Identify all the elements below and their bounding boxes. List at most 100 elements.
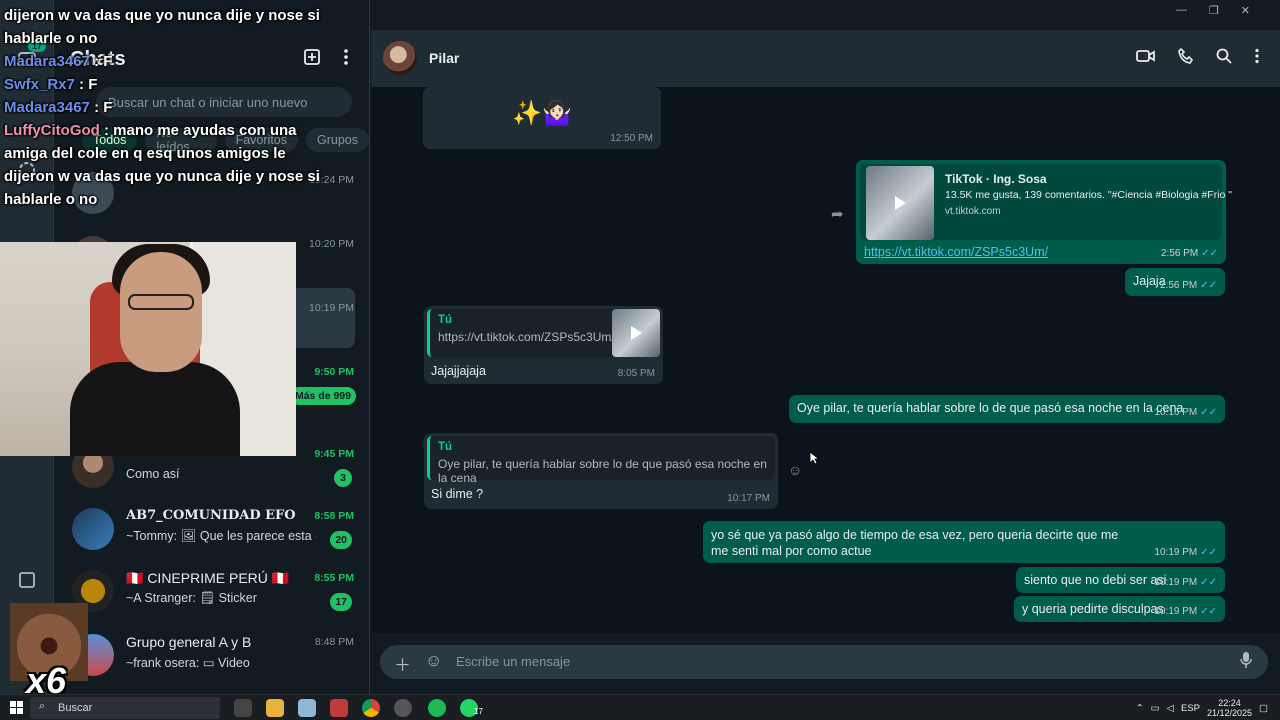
message-text: ✨🤷🏻‍♀️ bbox=[512, 100, 572, 127]
windows-start-icon[interactable] bbox=[10, 701, 23, 719]
unread-count: 3 bbox=[334, 469, 352, 487]
message-time: 10:16 PM ✓✓ bbox=[1154, 407, 1217, 418]
task-view-icon[interactable] bbox=[234, 699, 252, 717]
spotify-icon[interactable] bbox=[428, 699, 446, 717]
message-bubble[interactable]: y queria pedirte disculpas 10:19 PM ✓✓ bbox=[1014, 596, 1225, 622]
mouse-cursor-icon bbox=[809, 451, 821, 470]
voice-call-icon[interactable] bbox=[1178, 47, 1194, 69]
quoted-message[interactable]: Tú Oye pilar, te quería hablar sobre lo … bbox=[427, 436, 775, 485]
clock[interactable]: 22:24 21/12/2025 bbox=[1207, 698, 1252, 718]
chat-line: Madara3467 : F bbox=[4, 96, 334, 119]
message-bubble[interactable]: siento que no debi ser asi 10:19 PM ✓✓ bbox=[1016, 567, 1225, 593]
notepad-icon[interactable] bbox=[298, 699, 316, 717]
chat-time: 9:45 PM bbox=[314, 448, 354, 460]
settings-icon[interactable] bbox=[15, 568, 39, 592]
play-icon bbox=[630, 326, 642, 340]
clock-date: 21/12/2025 bbox=[1206, 708, 1253, 718]
contact-avatar[interactable] bbox=[383, 41, 417, 75]
chat-item[interactable]: Grupo general A y B ~frank osera: ▭ Vide… bbox=[54, 624, 370, 686]
app-icon[interactable] bbox=[330, 699, 348, 717]
video-call-icon[interactable] bbox=[1136, 48, 1156, 69]
chat-time: 10:20 PM bbox=[309, 238, 354, 250]
chat-name: AB7_COMUNIDAD EFOO... bbox=[126, 508, 296, 523]
conversation-header: Pilar bbox=[371, 30, 1280, 87]
menu-icon[interactable] bbox=[1254, 48, 1260, 69]
chat-line: Swfx_Rx7 : F bbox=[4, 73, 334, 96]
avatar bbox=[72, 508, 114, 550]
message-bubble[interactable]: Tú Oye pilar, te quería hablar sobre lo … bbox=[424, 433, 778, 509]
obs-icon[interactable] bbox=[394, 699, 412, 717]
conversation-actions bbox=[1136, 47, 1260, 69]
chat-preview: ~frank osera: ▭ Video bbox=[126, 656, 250, 670]
notifications-icon[interactable]: ▢ bbox=[1259, 703, 1268, 714]
quoted-message[interactable]: Tú https://vt.tiktok.com/ZSPs5c3Um/ bbox=[427, 309, 660, 357]
webcam-overlay bbox=[0, 242, 296, 456]
streamer-face bbox=[120, 252, 202, 372]
read-ticks-icon: ✓✓ bbox=[1200, 407, 1217, 418]
message-input[interactable]: Escribe un mensaje bbox=[456, 654, 570, 669]
chat-line: dijeron w va das que yo nunca dije y nos… bbox=[4, 4, 334, 50]
video-thumbnail bbox=[612, 309, 660, 357]
unread-count: 17 bbox=[330, 593, 352, 611]
chat-time: 10:19 PM bbox=[309, 302, 354, 314]
volume-icon[interactable]: ◁ bbox=[1167, 703, 1174, 714]
emoji-icon[interactable]: ☺ bbox=[425, 651, 442, 671]
tray-chevron-icon[interactable]: ⌃ bbox=[1136, 703, 1144, 714]
attach-plus-icon[interactable]: ＋ bbox=[394, 651, 411, 676]
message-bubble[interactable]: Oye pilar, te quería hablar sobre lo de … bbox=[789, 395, 1225, 423]
menu-icon[interactable] bbox=[343, 48, 349, 71]
message-text: siento que no debi ser asi bbox=[1024, 573, 1167, 587]
taskbar-search[interactable]: ⌕ Buscar bbox=[30, 697, 220, 719]
maximize-button[interactable]: ❐ bbox=[1209, 4, 1219, 17]
message-time: 2:56 PM ✓✓ bbox=[1159, 280, 1217, 291]
chat-preview: Como así bbox=[126, 467, 180, 481]
link-preview-message[interactable]: TikTok · Ing. Sosa 13.5K me gusta, 139 c… bbox=[856, 160, 1232, 264]
file-explorer-icon[interactable] bbox=[266, 699, 284, 717]
chat-item[interactable]: 🇵🇪 CINEPRIME PERÚ 🇵🇪 ~A Stranger: 🗒 Stic… bbox=[54, 560, 370, 622]
message-bubble[interactable]: ✨🤷🏻‍♀️ 12:50 PM bbox=[423, 87, 661, 149]
chat-time: 8:58 PM bbox=[314, 510, 354, 522]
link-description: 13.5K me gusta, 139 comentarios. "#Cienc… bbox=[945, 189, 1233, 201]
chat-user: Madara3467 bbox=[4, 53, 90, 70]
chat-item[interactable]: AB7_COMUNIDAD EFOO... ~Tommy: 🖼 Que les … bbox=[54, 498, 370, 560]
read-ticks-icon: ✓✓ bbox=[1200, 280, 1217, 291]
forward-icon[interactable]: ➦ bbox=[831, 205, 844, 223]
microphone-icon[interactable] bbox=[1240, 651, 1252, 674]
video-thumbnail[interactable] bbox=[866, 166, 934, 240]
chat-name: Grupo general A y B bbox=[126, 634, 252, 650]
chrome-icon[interactable] bbox=[362, 699, 380, 717]
read-ticks-icon: ✓✓ bbox=[1201, 248, 1218, 259]
message-time: 10:19 PM ✓✓ bbox=[1154, 547, 1217, 558]
message-time: 10:19 PM ✓✓ bbox=[1154, 606, 1217, 617]
taskbar-search-label: Buscar bbox=[58, 702, 93, 714]
message-bubble[interactable]: yo sé que ya pasó algo de tiempo de esa … bbox=[703, 521, 1225, 563]
search-icon[interactable] bbox=[1216, 48, 1232, 69]
chat-time: 9:50 PM bbox=[314, 366, 354, 378]
message-list[interactable]: ✨🤷🏻‍♀️ 12:50 PM ➦ TikTok · Ing. Sosa 13.… bbox=[371, 87, 1280, 633]
taskbar: ⌕ Buscar 17 ⌃ ▭ ◁ ESP 22:24 21/12/2025 ▢ bbox=[0, 694, 1280, 720]
message-text: Oye pilar, te quería hablar sobre lo de … bbox=[797, 401, 1184, 415]
message-time: 10:19 PM ✓✓ bbox=[1154, 577, 1217, 588]
quote-author: Tú bbox=[438, 441, 453, 453]
streamer-body bbox=[70, 362, 240, 456]
minimize-button[interactable]: — bbox=[1176, 4, 1187, 17]
chat-preview: ~Tommy: 🖼 Que les parece esta c... bbox=[126, 529, 316, 543]
language-indicator[interactable]: ESP bbox=[1181, 703, 1200, 714]
message-text: y queria pedirte disculpas bbox=[1022, 602, 1164, 616]
unread-count: 20 bbox=[330, 531, 352, 549]
read-ticks-icon: ✓✓ bbox=[1200, 606, 1217, 617]
message-time: 12:50 PM bbox=[610, 133, 653, 144]
system-tray: ⌃ ▭ ◁ ESP 22:24 21/12/2025 ▢ bbox=[1136, 698, 1268, 718]
chat-preview: ~A Stranger: 🗒 Sticker bbox=[126, 591, 257, 605]
chat-line: Madara3467 : F bbox=[4, 50, 334, 73]
close-button[interactable]: ✕ bbox=[1241, 4, 1250, 17]
message-bubble[interactable]: Jajaja 2:56 PM ✓✓ bbox=[1125, 268, 1225, 296]
message-text: yo sé que ya pasó algo de tiempo de esa … bbox=[711, 528, 1119, 558]
message-time: 2:56 PM ✓✓ bbox=[1160, 248, 1218, 259]
message-bubble[interactable]: Tú https://vt.tiktok.com/ZSPs5c3Um/ Jaja… bbox=[424, 306, 663, 384]
react-emoji-icon[interactable]: ☺ bbox=[788, 462, 802, 478]
contact-name[interactable]: Pilar bbox=[429, 50, 459, 66]
message-text: Si dime ? bbox=[431, 487, 484, 501]
network-icon[interactable]: ▭ bbox=[1151, 703, 1160, 714]
link-preview-card[interactable]: TikTok · Ing. Sosa 13.5K me gusta, 139 c… bbox=[860, 164, 1232, 240]
